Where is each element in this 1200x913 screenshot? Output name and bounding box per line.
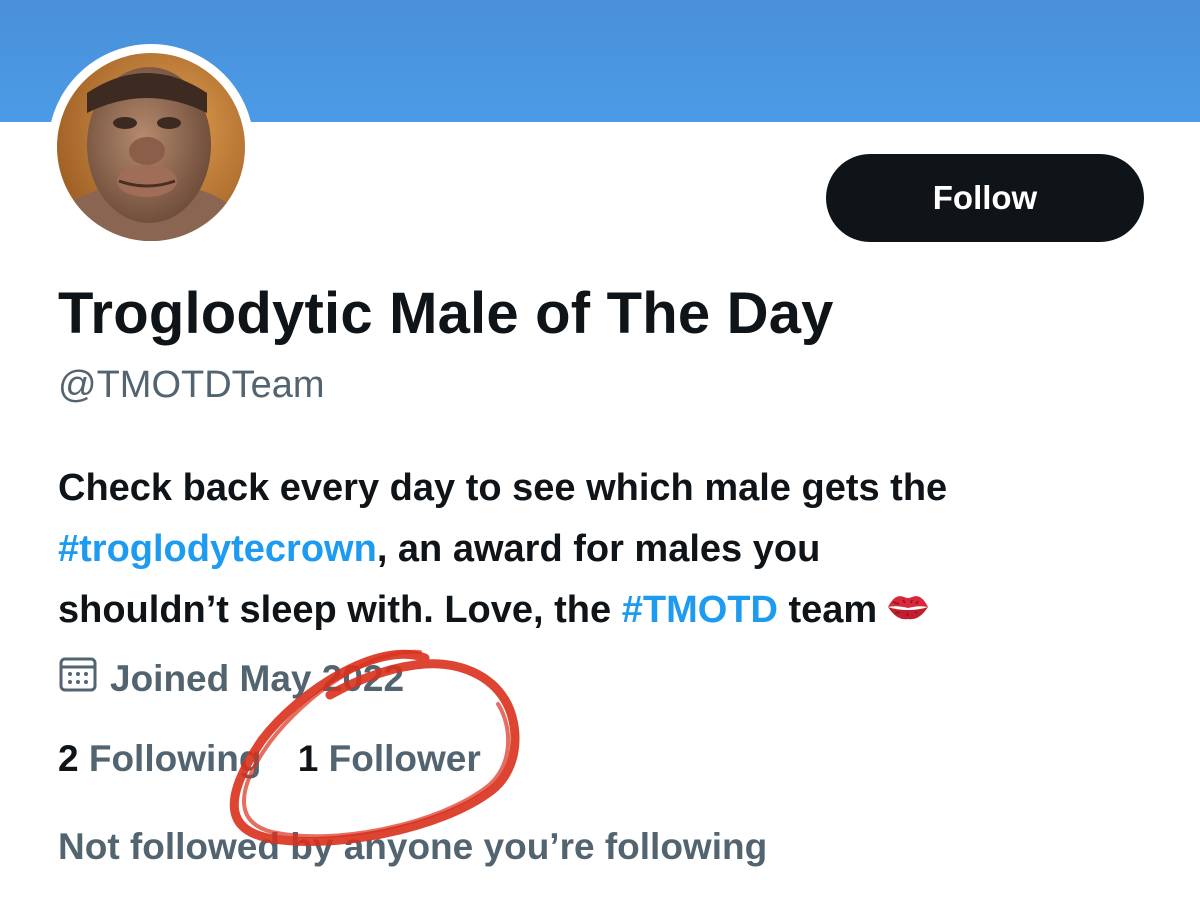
bio-line-3-end: team [777,589,878,631]
bio-line-2-text: , an award for males you [376,528,821,570]
bio-line-1: Check back every day to see which male g… [58,467,948,509]
avatar[interactable] [48,44,254,250]
joined-text: Joined May 2022 [110,657,405,699]
kiss-lips-icon [885,581,931,642]
following-label: Following [88,738,262,779]
follower-label: Follower [328,738,481,779]
following-count: 2 [58,738,79,779]
bio-line-2: #troglodytecrown, an award for males you [58,519,1168,580]
calendar-icon [58,654,110,703]
followers-link[interactable]: 1 Follower [298,738,481,780]
handle: @TMOTDTeam [58,364,325,406]
bio-line-3: shouldn’t sleep with. Love, the #TMOTD t… [58,580,1168,642]
hashtag-link-tmotd[interactable]: #TMOTD [622,589,778,631]
hashtag-link-troglodytecrown[interactable]: #troglodytecrown [58,528,377,570]
follow-button[interactable]: Follow [826,154,1144,242]
follower-count: 1 [297,738,319,779]
avatar-image [57,53,245,241]
display-name: Troglodytic Male of The Day [58,281,834,346]
follow-stats: 2 Following 1 Follower [58,738,481,780]
bio: Check back every day to see which male g… [58,458,1168,642]
following-link[interactable]: 2 Following [58,738,261,780]
bio-line-3-start: shouldn’t sleep with. Love, the [58,589,622,631]
not-followed-notice: Not followed by anyone you’re following [58,826,768,867]
joined-date: Joined May 2022 [58,654,404,703]
